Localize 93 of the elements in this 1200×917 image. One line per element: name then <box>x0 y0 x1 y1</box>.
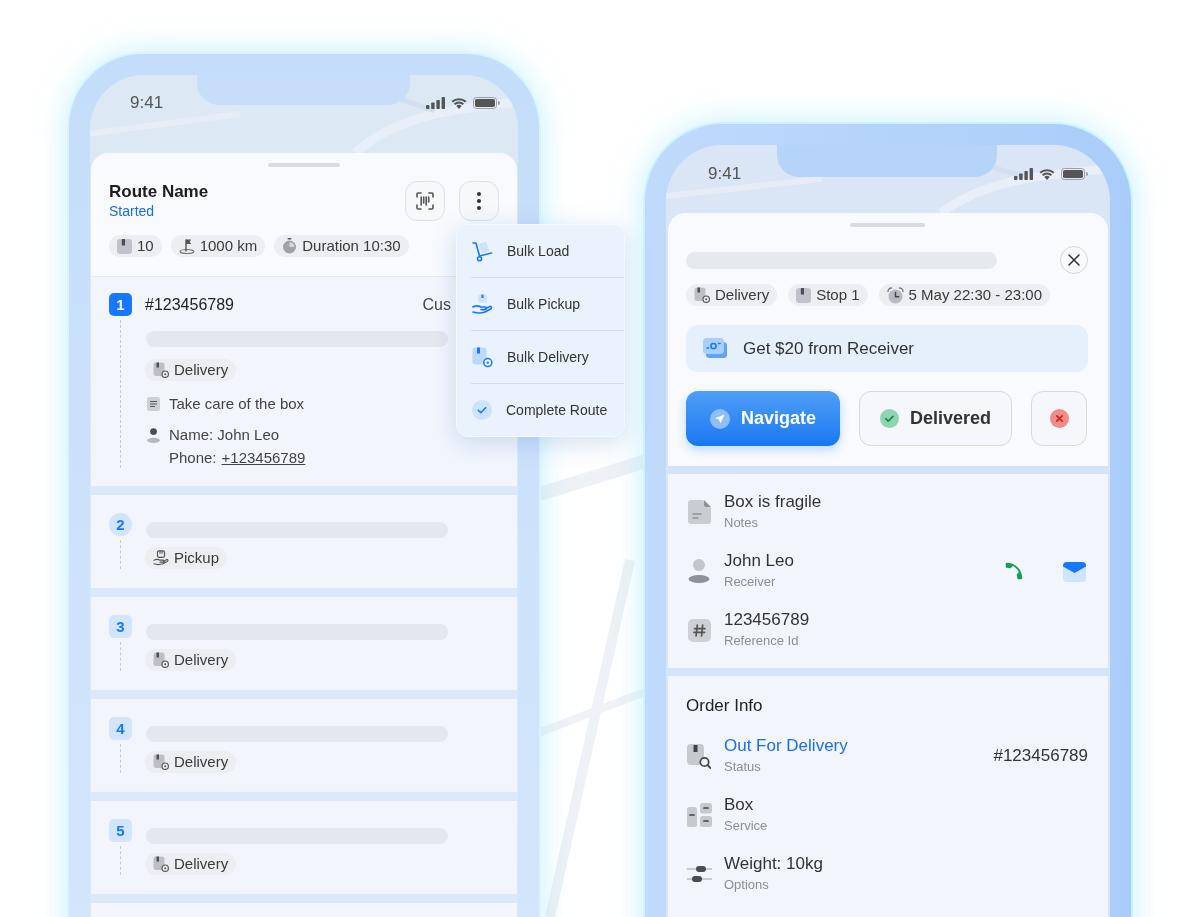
status-time: 9:41 <box>130 93 164 113</box>
signal-icon <box>426 97 445 109</box>
close-icon <box>1068 254 1080 266</box>
detail-value: Box is fragile <box>724 492 822 512</box>
flag-icon <box>178 238 195 254</box>
hand-truck-icon <box>472 240 493 262</box>
chip-label: Delivery <box>174 855 229 873</box>
chip-label: 5 May 22:30 - 23:00 <box>908 286 1042 304</box>
phone-icon[interactable] <box>1003 560 1025 582</box>
route-status: Started <box>109 202 156 220</box>
chip-label: Delivery <box>174 651 229 669</box>
person-icon <box>688 559 710 583</box>
box-icon <box>796 287 812 303</box>
box-pin-icon <box>153 754 169 770</box>
chip-label: Delivery <box>174 753 229 771</box>
hand-box-icon <box>472 293 493 315</box>
menu-dots-icon <box>477 192 481 210</box>
hash-icon <box>687 618 711 642</box>
contact-name: Name: John Leo <box>169 426 280 444</box>
chip-label: 10 <box>137 237 154 255</box>
more-button[interactable] <box>459 181 499 221</box>
alarm-clock-icon <box>886 286 904 304</box>
chip-label: Delivery <box>174 361 229 379</box>
chip-label: Pickup <box>174 549 220 567</box>
stop-number-badge: 2 <box>109 513 132 536</box>
detail-label: Reference Id <box>724 632 800 650</box>
mail-icon[interactable] <box>1063 560 1086 582</box>
cancel-button[interactable] <box>1031 391 1087 446</box>
phone-link[interactable]: +123456789 <box>221 449 306 467</box>
timeline-line <box>120 846 121 875</box>
stopwatch-icon <box>282 238 298 254</box>
scan-button[interactable] <box>405 181 445 221</box>
box-pin-icon <box>153 856 169 872</box>
check-circle-icon <box>879 409 899 428</box>
order-number: #123456789 <box>993 746 1088 766</box>
detail-value: 123456789 <box>724 610 810 630</box>
timeline-line <box>120 744 121 773</box>
menu-item[interactable]: Bulk Delivery <box>457 331 624 383</box>
wifi-icon <box>1039 168 1055 180</box>
timeline-line <box>120 642 121 671</box>
close-circle-icon <box>1049 409 1069 428</box>
chip-label: Duration 10:30 <box>302 237 401 255</box>
section-title: Order Info <box>686 696 764 716</box>
chip-label: Stop 1 <box>816 286 860 304</box>
barcode-scan-icon <box>415 191 435 211</box>
status-time: 9:41 <box>708 164 742 184</box>
detail-label: Status <box>724 758 762 776</box>
sheet-handle[interactable] <box>849 223 925 227</box>
detail-label: Service <box>724 817 768 835</box>
box-pin-icon <box>153 652 169 668</box>
document-icon <box>687 500 711 524</box>
payment-text: Get $20 from Receiver <box>743 338 914 359</box>
stop-number-badge: 4 <box>109 717 132 740</box>
menu-item[interactable]: Bulk Pickup <box>457 278 624 330</box>
detail-label: Options <box>724 876 770 894</box>
stop-number-badge: 1 <box>109 293 132 316</box>
battery-icon <box>1061 168 1088 180</box>
chip-label: Delivery <box>715 286 770 304</box>
detail-value: Out For Delivery <box>724 736 848 756</box>
note-icon <box>147 397 160 411</box>
stop-number-badge: 3 <box>109 615 132 638</box>
person-icon <box>147 427 160 443</box>
money-cards-icon <box>703 338 727 359</box>
sheet-handle[interactable] <box>268 163 340 167</box>
chip-label: 1000 km <box>199 237 258 255</box>
navigation-icon <box>709 408 730 429</box>
menu-item[interactable]: Bulk Load <box>457 225 624 277</box>
box-pin-icon <box>694 287 710 303</box>
detail-value: Weight: 10kg <box>724 854 823 874</box>
phone-label: Phone: <box>169 449 217 467</box>
boxes-icon <box>686 803 712 827</box>
box-icon <box>117 238 132 254</box>
delivered-button[interactable]: Delivered <box>859 391 1012 446</box>
note-text: Take care of the box <box>169 395 305 413</box>
signal-icon <box>1014 168 1033 180</box>
route-title: Route Name <box>109 182 209 202</box>
stop-number-badge: 5 <box>109 819 132 842</box>
menu-item[interactable]: Complete Route <box>457 384 624 436</box>
timeline-line <box>120 540 121 569</box>
detail-value: John Leo <box>724 551 794 571</box>
box-search-icon <box>687 743 711 769</box>
wifi-icon <box>451 97 467 109</box>
order-number: #123456789 <box>145 294 234 315</box>
hand-box-icon <box>153 550 169 566</box>
close-button[interactable] <box>1060 246 1088 274</box>
detail-label: Notes <box>724 514 759 532</box>
box-pin-icon <box>153 362 169 378</box>
trailing-text: Cus <box>422 294 451 315</box>
box-pin-icon <box>472 346 493 368</box>
check-circle-icon <box>472 400 492 420</box>
battery-icon <box>473 97 500 109</box>
detail-label: Receiver <box>724 573 777 591</box>
detail-value: Box <box>724 795 755 815</box>
